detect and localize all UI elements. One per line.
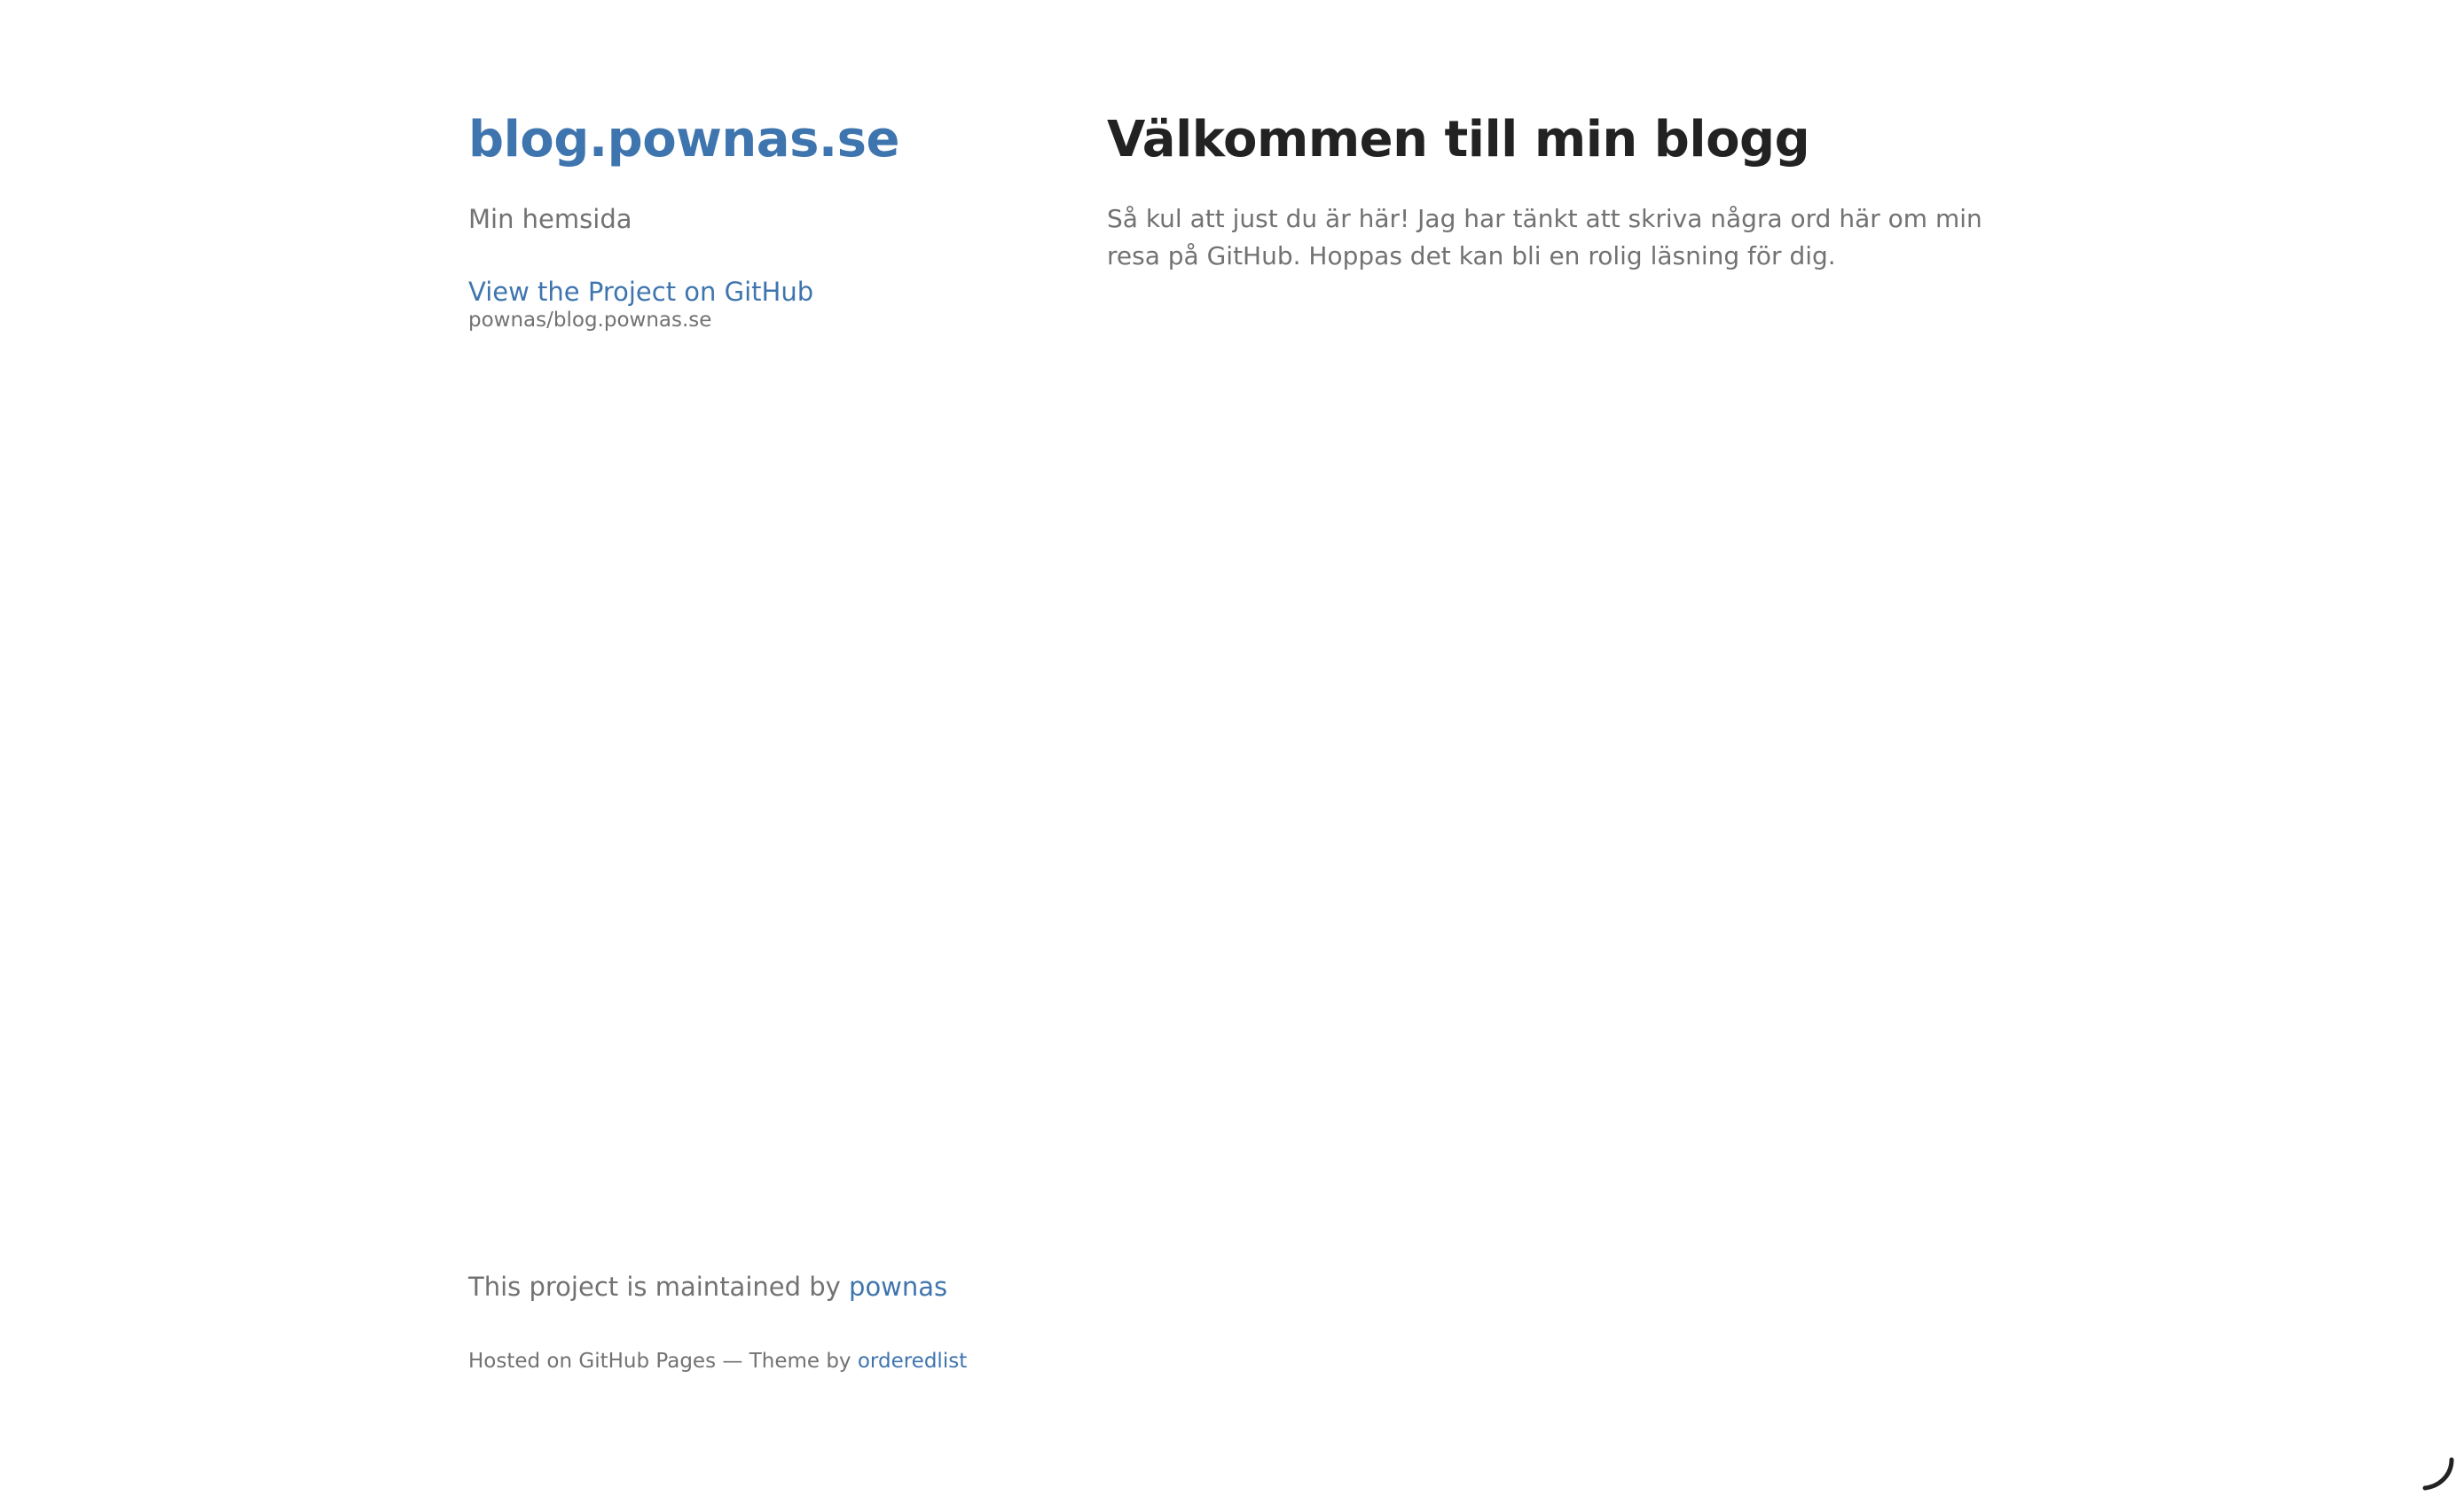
site-description: Min hemsida xyxy=(468,204,632,234)
view-on-github-link[interactable]: View the Project on GitHub xyxy=(468,273,813,310)
maintainer-prefix: This project is maintained by xyxy=(468,1272,841,1302)
github-repo-name: pownas/blog.pownas.se xyxy=(468,309,712,332)
theme-author-link[interactable]: orderedlist xyxy=(858,1350,967,1373)
maintainer-link[interactable]: pownas xyxy=(849,1272,947,1302)
maintainer-line: This project is maintained by pownas xyxy=(468,1268,947,1305)
hosted-prefix: Hosted on GitHub Pages — Theme by xyxy=(468,1350,851,1373)
site-title[interactable]: blog.pownas.se xyxy=(468,103,899,177)
intro-paragraph: Så kul att just du är här! Jag har tänkt… xyxy=(1107,204,1982,270)
loading-spinner-icon xyxy=(2422,1457,2454,1491)
page-heading: Välkommen till min blogg xyxy=(1107,111,1810,168)
site-title-link[interactable]: blog.pownas.se xyxy=(468,111,899,168)
hosted-line: Hosted on GitHub Pages — Theme by ordere… xyxy=(468,1348,967,1375)
